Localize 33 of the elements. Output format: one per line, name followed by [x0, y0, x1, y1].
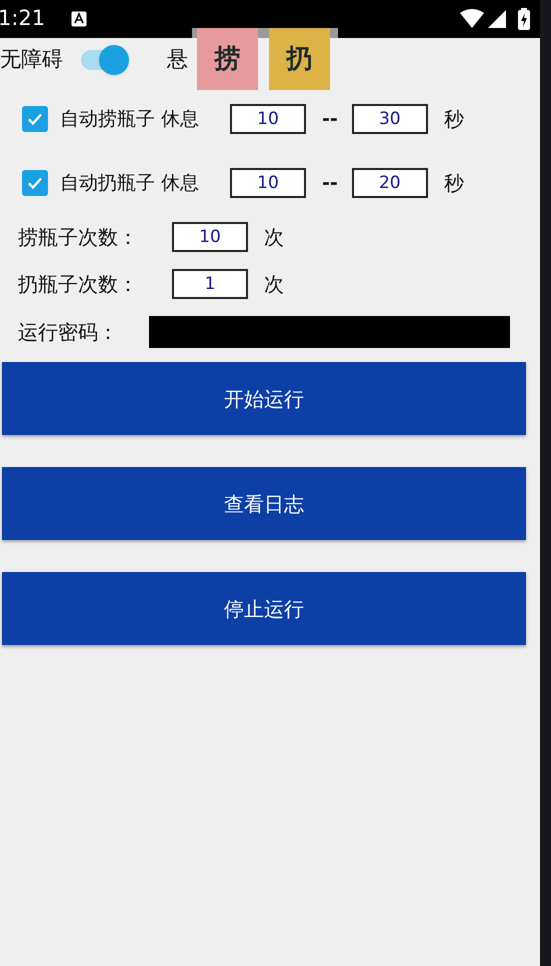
action-button[interactable]: 停止运行 [2, 572, 526, 645]
signal-icon [488, 10, 506, 28]
count-label: 捞瓶子次数： [18, 224, 139, 251]
range-separator: -- [322, 170, 338, 196]
password-label: 运行密码： [18, 319, 119, 346]
wifi-icon [460, 9, 484, 29]
floating-window-label: 悬 [167, 46, 188, 74]
action-button[interactable]: 开始运行 [2, 362, 526, 435]
seconds-unit: 秒 [444, 106, 464, 133]
password-field[interactable] [149, 316, 510, 348]
action-button[interactable]: 查看日志 [2, 467, 526, 540]
count-field[interactable]: 1 [172, 269, 248, 299]
min-seconds-field[interactable]: 10 [230, 168, 306, 198]
count-field[interactable]: 10 [172, 222, 248, 252]
checkbox[interactable] [22, 106, 48, 132]
battery-icon [518, 8, 530, 30]
max-seconds-field[interactable]: 30 [352, 104, 428, 134]
count-label: 扔瓶子次数： [18, 271, 139, 298]
accessibility-label: 无障碍 [0, 46, 63, 74]
accessibility-switch[interactable] [79, 44, 131, 76]
range-separator: -- [322, 106, 338, 132]
floating-button[interactable]: 扔 [269, 28, 330, 90]
floating-button[interactable]: 捞 [197, 28, 258, 90]
auto-rest-label: 自动捞瓶子 休息 [60, 106, 200, 132]
keyboard-icon [71, 11, 88, 27]
status-time: 1:21 [0, 5, 46, 32]
count-unit: 次 [264, 271, 284, 298]
seconds-unit: 秒 [444, 170, 464, 197]
checkbox[interactable] [22, 170, 48, 196]
max-seconds-field[interactable]: 20 [352, 168, 428, 198]
count-unit: 次 [264, 224, 284, 251]
min-seconds-field[interactable]: 10 [230, 104, 306, 134]
auto-rest-label: 自动扔瓶子 休息 [60, 170, 200, 196]
